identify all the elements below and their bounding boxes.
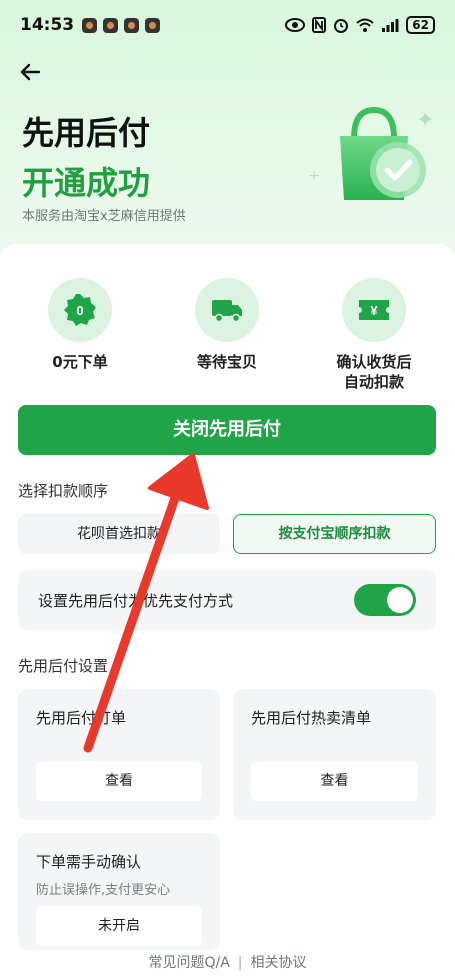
arrow-left-icon (20, 63, 41, 81)
footer-separator: | (237, 955, 243, 971)
order-option-huabei[interactable]: 花呗首选扣款 (18, 514, 220, 554)
payment-order-title: 选择扣款顺序 (18, 482, 109, 500)
feature-label-line: 确认收货后 (336, 353, 412, 371)
priority-payment-row: 设置先用后付为优先支付方式 (18, 570, 436, 630)
signal-icon (382, 19, 399, 32)
alarm-icon (334, 19, 349, 33)
status-time: 14:53 (20, 15, 75, 35)
tile-orders: 先用后付订单 查看 (18, 689, 220, 820)
nfc-icon (312, 17, 327, 33)
battery-indicator: 62 (406, 16, 435, 34)
back-button[interactable] (14, 56, 46, 88)
success-title: 开通成功 (22, 164, 151, 202)
status-icons: 62 (285, 16, 435, 34)
agreement-link[interactable]: 相关协议 (251, 955, 307, 971)
sparkle-icon: + (308, 168, 320, 184)
feature-icon-circle: ¥ (342, 278, 406, 342)
footer-links: 常见问题Q/A | 相关协议 (0, 952, 455, 972)
tile-title: 先用后付热卖清单 (251, 709, 372, 727)
provider-subtitle: 本服务由淘宝x芝麻信用提供 (22, 209, 186, 224)
tile-hot-list: 先用后付热卖清单 查看 (233, 689, 436, 820)
eye-icon (285, 18, 306, 32)
feature-auto-deduct: ¥ 确认收货后 自动扣款 (314, 278, 434, 392)
feature-icon-circle (195, 278, 259, 342)
tile-title: 下单需手动确认 (36, 853, 142, 871)
yuan-symbol: ¥ (370, 303, 378, 318)
zero-badge-text: 0 (76, 303, 83, 318)
priority-payment-label: 设置先用后付为优先支付方式 (38, 591, 234, 610)
shopping-bag-check-icon (340, 106, 426, 200)
view-orders-button[interactable]: 查看 (36, 761, 202, 801)
toggle-knob (387, 587, 413, 613)
notification-app-icon (82, 17, 98, 33)
wifi-icon (356, 18, 374, 32)
faq-link[interactable]: 常见问题Q/A (148, 955, 229, 971)
status-bar: 14:53 62 (0, 0, 455, 50)
manual-confirm-button[interactable]: 未开启 (36, 906, 202, 946)
view-hot-list-button[interactable]: 查看 (251, 761, 418, 801)
feature-wait-goods: 等待宝贝 (167, 278, 287, 372)
notification-app-icon (124, 17, 140, 33)
zero-badge-icon: 0 (64, 294, 96, 326)
feature-icon-circle: 0 (48, 278, 112, 342)
feature-label-line: 自动扣款 (343, 373, 404, 391)
settings-title: 先用后付设置 (18, 657, 109, 675)
tile-manual-confirm: 下单需手动确认 防止误操作,支付更安心 未开启 (18, 833, 220, 950)
truck-icon (212, 300, 242, 323)
feature-label: 0元下单 (52, 353, 108, 371)
tile-title: 先用后付订单 (36, 709, 127, 727)
feature-zero-order: 0 0元下单 (20, 278, 140, 372)
order-option-alipay[interactable]: 按支付宝顺序扣款 (233, 514, 436, 554)
feature-label: 等待宝贝 (196, 353, 257, 371)
close-pay-later-button[interactable]: 关闭先用后付 (18, 405, 436, 455)
priority-payment-toggle[interactable] (354, 584, 416, 616)
feature-label: 确认收货后 自动扣款 (314, 352, 434, 392)
page-title: 先用后付 (22, 114, 151, 152)
notification-app-icon (103, 17, 119, 33)
tile-subtitle: 防止误操作,支付更安心 (36, 883, 171, 898)
yuan-ticket-icon: ¥ (359, 300, 389, 320)
notification-app-icon (145, 17, 161, 33)
